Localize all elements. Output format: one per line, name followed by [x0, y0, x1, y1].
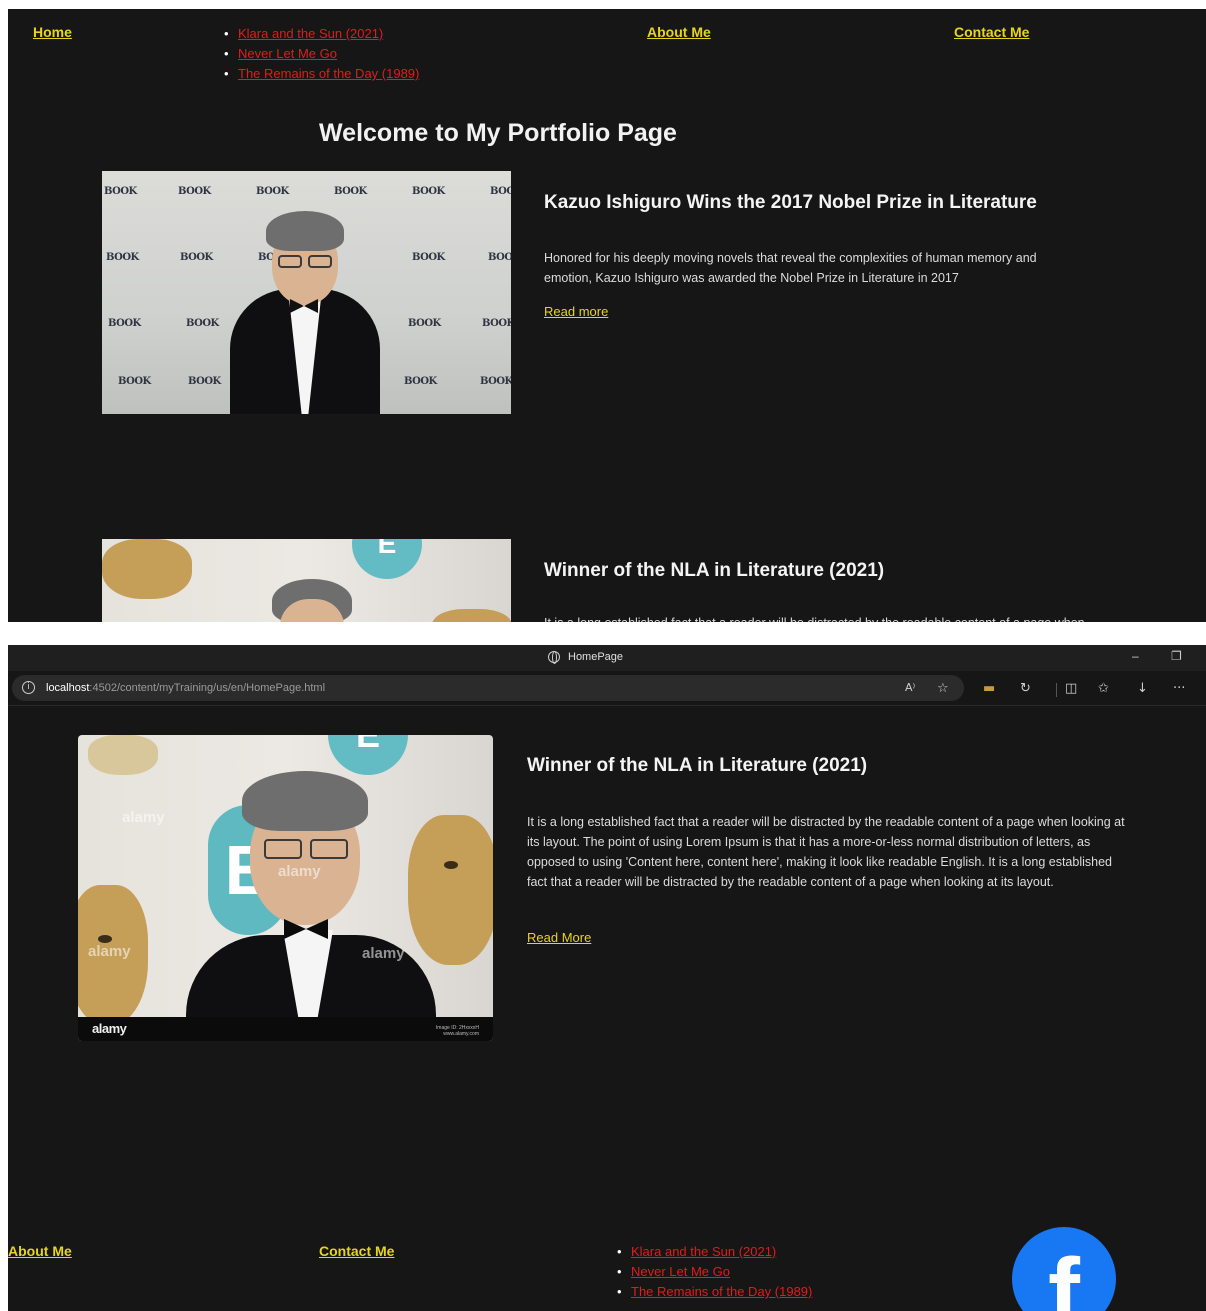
card-title: Winner of the NLA in Literature (2021): [527, 755, 868, 776]
title-bar: HomePage – ❐: [8, 645, 1206, 671]
list-item: The Remains of the Day (1989): [615, 1282, 812, 1302]
nav-book-link[interactable]: The Remains of the Day (1989): [238, 66, 419, 81]
facebook-icon[interactable]: f: [1012, 1227, 1116, 1311]
minimize-icon[interactable]: –: [1132, 649, 1139, 663]
list-item: The Remains of the Day (1989): [222, 64, 419, 84]
footer-contact-link[interactable]: Contact Me: [319, 1243, 394, 1259]
download-icon[interactable]: ↓: [1137, 681, 1148, 696]
read-more-link[interactable]: Read more: [544, 304, 608, 319]
page-title: Welcome to My Portfolio Page: [319, 119, 677, 147]
footer-book-link[interactable]: Klara and the Sun (2021): [631, 1244, 776, 1259]
nav-book-link[interactable]: Never Let Me Go: [238, 46, 337, 61]
favorite-star-icon[interactable]: ☆: [937, 681, 949, 696]
card-title: Winner of the NLA in Literature (2021): [544, 560, 885, 581]
favorites-icon[interactable]: ✩: [1098, 681, 1109, 696]
info-icon[interactable]: i: [22, 681, 35, 694]
extension-icon[interactable]: ▬: [983, 681, 995, 696]
nav-home-link[interactable]: Home: [33, 24, 72, 40]
split-screen-icon[interactable]: ◫: [1065, 681, 1077, 696]
tab-title: HomePage: [568, 651, 624, 663]
top-navigation: Home Klara and the Sun (2021) Never Let …: [8, 9, 1206, 89]
nav-books-list: Klara and the Sun (2021) Never Let Me Go…: [222, 24, 419, 84]
footer-book-link[interactable]: The Remains of the Day (1989): [631, 1284, 812, 1299]
list-item: Klara and the Sun (2021): [222, 24, 419, 44]
card-title: Kazuo Ishiguro Wins the 2017 Nobel Prize…: [544, 192, 1037, 213]
read-more-link[interactable]: Read More: [527, 930, 591, 945]
globe-icon: [548, 651, 560, 664]
restore-icon[interactable]: ❐: [1171, 649, 1182, 663]
footer-book-link[interactable]: Never Let Me Go: [631, 1264, 730, 1279]
browser-window: HomePage – ❐ i localhost:4502/content/my…: [8, 645, 1206, 1311]
list-item: Never Let Me Go: [615, 1262, 812, 1282]
nav-book-link[interactable]: Klara and the Sun (2021): [238, 26, 383, 41]
alamy-bar: alamy Image ID: 2HxxxxH www.alamy.com: [78, 1017, 493, 1041]
card-text: Honored for his deeply moving novels tha…: [544, 251, 1037, 285]
list-item: Klara and the Sun (2021): [615, 1242, 812, 1262]
bafta-mask: [102, 539, 192, 599]
bafta-mask: [408, 815, 493, 965]
url-text[interactable]: localhost:4502/content/myTraining/us/en/…: [46, 682, 325, 694]
list-item: Never Let Me Go: [222, 44, 419, 64]
nla-photo: E E alamy alamy alamy alamy alamy Image …: [78, 735, 493, 1041]
address-bar[interactable]: i localhost:4502/content/myTraining/us/e…: [12, 675, 964, 701]
footer-books-list: Klara and the Sun (2021) Never Let Me Go…: [615, 1242, 812, 1302]
nav-about-link[interactable]: About Me: [647, 24, 711, 40]
page-view-top: Home Klara and the Sun (2021) Never Let …: [8, 9, 1206, 622]
more-icon[interactable]: ···: [1173, 681, 1185, 696]
nobel-photo: BOOK BOOK BOOK BOOK BOOK BOOK BOOK BOOK …: [102, 171, 511, 414]
card-text: It is a long established fact that a rea…: [544, 613, 1114, 622]
refresh-icon[interactable]: ↻: [1020, 681, 1031, 696]
nav-contact-link[interactable]: Contact Me: [954, 24, 1029, 40]
card-text: It is a long established fact that a rea…: [527, 815, 1125, 889]
bafta-mask: [88, 735, 158, 775]
read-aloud-icon[interactable]: A⁾: [905, 681, 915, 694]
nla-photo: E: [102, 539, 511, 622]
footer-about-link[interactable]: About Me: [8, 1243, 72, 1259]
